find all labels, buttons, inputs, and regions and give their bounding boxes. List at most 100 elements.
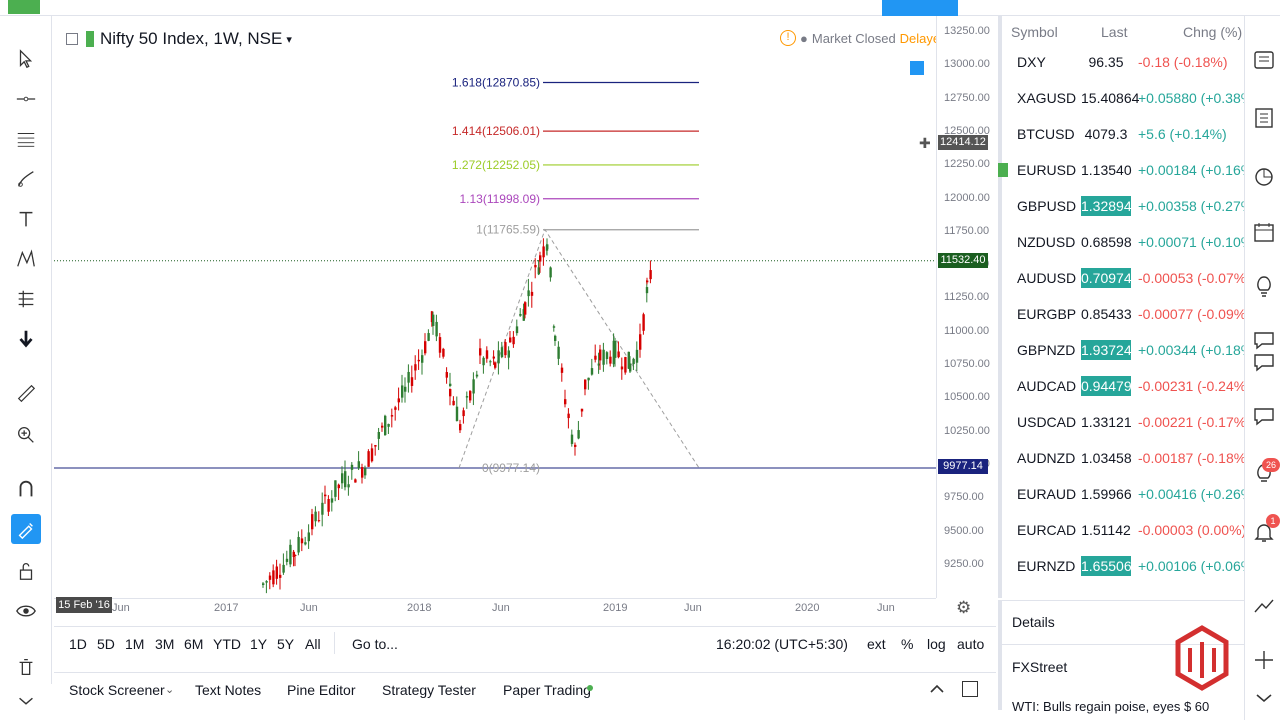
prediction-icon[interactable] xyxy=(11,284,41,314)
row-symbol[interactable]: USDCAD xyxy=(1017,414,1076,430)
row-symbol[interactable]: EURCAD xyxy=(1017,522,1076,538)
chevron-up-icon[interactable] xyxy=(928,680,946,698)
ideas-bulb-icon[interactable] xyxy=(1252,274,1276,298)
log-toggle[interactable]: log xyxy=(927,636,946,652)
row-symbol[interactable]: GBPUSD xyxy=(1017,198,1076,214)
order-panel-icon[interactable] xyxy=(1252,648,1276,672)
row-symbol[interactable]: EURUSD xyxy=(1017,162,1076,178)
hotlist-icon[interactable] xyxy=(1252,164,1276,188)
range-3m[interactable]: 3M xyxy=(155,636,174,652)
watchlist-row[interactable]: GBPUSD 1.32894 +0.00358 (+0.27%) xyxy=(1002,189,1258,225)
row-symbol[interactable]: GBPNZD xyxy=(1017,342,1075,358)
range-1d[interactable]: 1D xyxy=(69,636,87,652)
alerts-badge: 26 xyxy=(1262,458,1280,472)
watchlist-row[interactable]: EURAUD 1.59966 +0.00416 (+0.26%) xyxy=(1002,477,1258,513)
text-icon[interactable] xyxy=(11,204,41,234)
row-symbol[interactable]: EURAUD xyxy=(1017,486,1076,502)
chevron-down-icon[interactable]: ⌄ xyxy=(165,683,174,696)
publish-button[interactable] xyxy=(882,0,958,16)
auto-toggle[interactable]: auto xyxy=(957,636,984,652)
news-feed-title[interactable]: FXStreet xyxy=(1012,659,1067,675)
range-all[interactable]: All xyxy=(305,636,321,652)
range-5y[interactable]: 5Y xyxy=(277,636,294,652)
row-symbol[interactable]: AUDCAD xyxy=(1017,378,1076,394)
candle-body xyxy=(577,430,580,439)
range-1y[interactable]: 1Y xyxy=(250,636,267,652)
calendar-icon[interactable] xyxy=(1252,220,1276,244)
pattern-icon[interactable] xyxy=(11,244,41,274)
trend-line-icon[interactable] xyxy=(11,84,41,114)
private-chat-icon[interactable] xyxy=(1252,404,1276,428)
row-symbol[interactable]: AUDNZD xyxy=(1017,450,1075,466)
data-window-icon[interactable] xyxy=(1252,106,1276,130)
price-chart[interactable]: 1.618(12870.85) 1.414(12506.01) 1.272(1225… xyxy=(54,16,936,598)
tab-stock-screener[interactable]: Stock Screener xyxy=(69,682,165,698)
news-headline[interactable]: WTI: Bulls regain poise, eyes $ 60 xyxy=(1012,699,1209,714)
clock-label[interactable]: 16:20:02 (UTC+5:30) xyxy=(716,636,848,652)
goto-button[interactable]: Go to... xyxy=(352,636,398,652)
row-symbol[interactable]: AUDUSD xyxy=(1017,270,1076,286)
eye-icon[interactable] xyxy=(11,596,41,626)
watchlist-row[interactable]: EURCAD 1.51142 -0.00003 (0.00%) xyxy=(1002,513,1246,549)
tab-strategy-tester[interactable]: Strategy Tester xyxy=(382,682,476,698)
chart-trend-icon[interactable] xyxy=(1252,594,1276,618)
chevron-down-icon[interactable] xyxy=(1252,686,1276,710)
chevron-down-icon[interactable] xyxy=(11,686,41,716)
cursor-icon[interactable] xyxy=(11,44,41,74)
row-symbol[interactable]: BTCUSD xyxy=(1017,126,1075,142)
watchlist-row[interactable]: EURNZD 1.65506 +0.00106 (+0.06%) xyxy=(1002,549,1258,585)
tab-text-notes[interactable]: Text Notes xyxy=(195,682,261,698)
range-5d[interactable]: 5D xyxy=(97,636,115,652)
row-symbol[interactable]: XAGUSD xyxy=(1017,90,1076,106)
watchlist-row[interactable]: DXY 96.35 -0.18 (-0.18%) xyxy=(1002,45,1244,81)
ruler-icon[interactable] xyxy=(11,378,41,408)
stay-in-drawing-mode-icon[interactable] xyxy=(11,514,41,544)
fib-retracement-icon[interactable] xyxy=(11,124,41,154)
maximize-icon[interactable] xyxy=(962,681,978,697)
row-symbol[interactable]: DXY xyxy=(1017,54,1046,70)
streams-icon[interactable] xyxy=(1252,328,1276,352)
symbol-header[interactable]: Nifty 50 Index, 1W, NSE ▾ xyxy=(66,28,292,50)
symbol-title[interactable]: Nifty 50 Index, 1W, NSE xyxy=(100,29,282,49)
percent-toggle[interactable]: % xyxy=(901,636,913,652)
header-symbol[interactable]: Symbol xyxy=(1011,24,1058,40)
range-6m[interactable]: 6M xyxy=(184,636,203,652)
watchlist-row[interactable]: XAGUSD 15.40864 +0.05880 (+0.38%) xyxy=(1002,81,1258,117)
header-last[interactable]: Last xyxy=(1101,24,1127,40)
tab-pine-editor[interactable]: Pine Editor xyxy=(287,682,355,698)
tab-paper-trading[interactable]: Paper Trading xyxy=(503,682,591,698)
watchlist-row[interactable]: AUDCAD 0.94479 -0.00231 (-0.24%) xyxy=(1002,369,1251,405)
watchlist-row[interactable]: AUDNZD 1.03458 -0.00187 (-0.18%) xyxy=(1002,441,1251,477)
arrow-down-icon[interactable] xyxy=(11,324,41,354)
watchlist-row[interactable]: USDCAD 1.33121 -0.00221 (-0.17%) xyxy=(1002,405,1251,441)
candle-body xyxy=(479,348,482,356)
brush-icon[interactable] xyxy=(11,164,41,194)
bookmark-icon[interactable] xyxy=(910,61,924,75)
chart-pane[interactable]: 1.618(12870.85) 1.414(12506.01) 1.272(1225… xyxy=(54,16,936,598)
watchlist-icon[interactable] xyxy=(1252,48,1276,72)
header-change[interactable]: Chng (%) xyxy=(1183,24,1242,40)
price-axis-label: 11750.00 xyxy=(944,224,990,237)
lock-icon[interactable] xyxy=(11,556,41,586)
watchlist-row[interactable]: GBPNZD 1.93724 +0.00344 (+0.18%) xyxy=(1002,333,1258,369)
range-1m[interactable]: 1M xyxy=(125,636,144,652)
row-symbol[interactable]: EURNZD xyxy=(1017,558,1075,574)
chevron-down-icon[interactable]: ▾ xyxy=(286,33,292,46)
details-title[interactable]: Details xyxy=(1012,614,1055,630)
ext-toggle[interactable]: ext xyxy=(867,636,886,652)
row-symbol[interactable]: EURGBP xyxy=(1017,306,1076,322)
watchlist-row[interactable]: EURGBP 0.85433 -0.00077 (-0.09%) xyxy=(1002,297,1251,333)
candle-body xyxy=(485,350,489,359)
zoom-icon[interactable] xyxy=(11,420,41,450)
collapse-checkbox[interactable] xyxy=(66,33,78,45)
trash-icon[interactable] xyxy=(11,652,41,682)
watchlist-row[interactable]: BTCUSD 4079.3 +5.6 (+0.14%) xyxy=(1002,117,1244,153)
watchlist-row[interactable]: EURUSD 1.13540 +0.00184 (+0.16%) xyxy=(998,153,1258,189)
watchlist-row[interactable]: AUDUSD 0.70974 -0.00053 (-0.07%) xyxy=(1002,261,1251,297)
row-symbol[interactable]: NZDUSD xyxy=(1017,234,1075,250)
settings-gear-icon[interactable]: ⚙ xyxy=(956,598,971,618)
range-ytd[interactable]: YTD xyxy=(213,636,241,652)
magnet-icon[interactable] xyxy=(11,474,41,504)
chat-icon[interactable] xyxy=(1252,350,1276,374)
watchlist-row[interactable]: NZDUSD 0.68598 +0.00071 (+0.10%) xyxy=(1002,225,1258,261)
